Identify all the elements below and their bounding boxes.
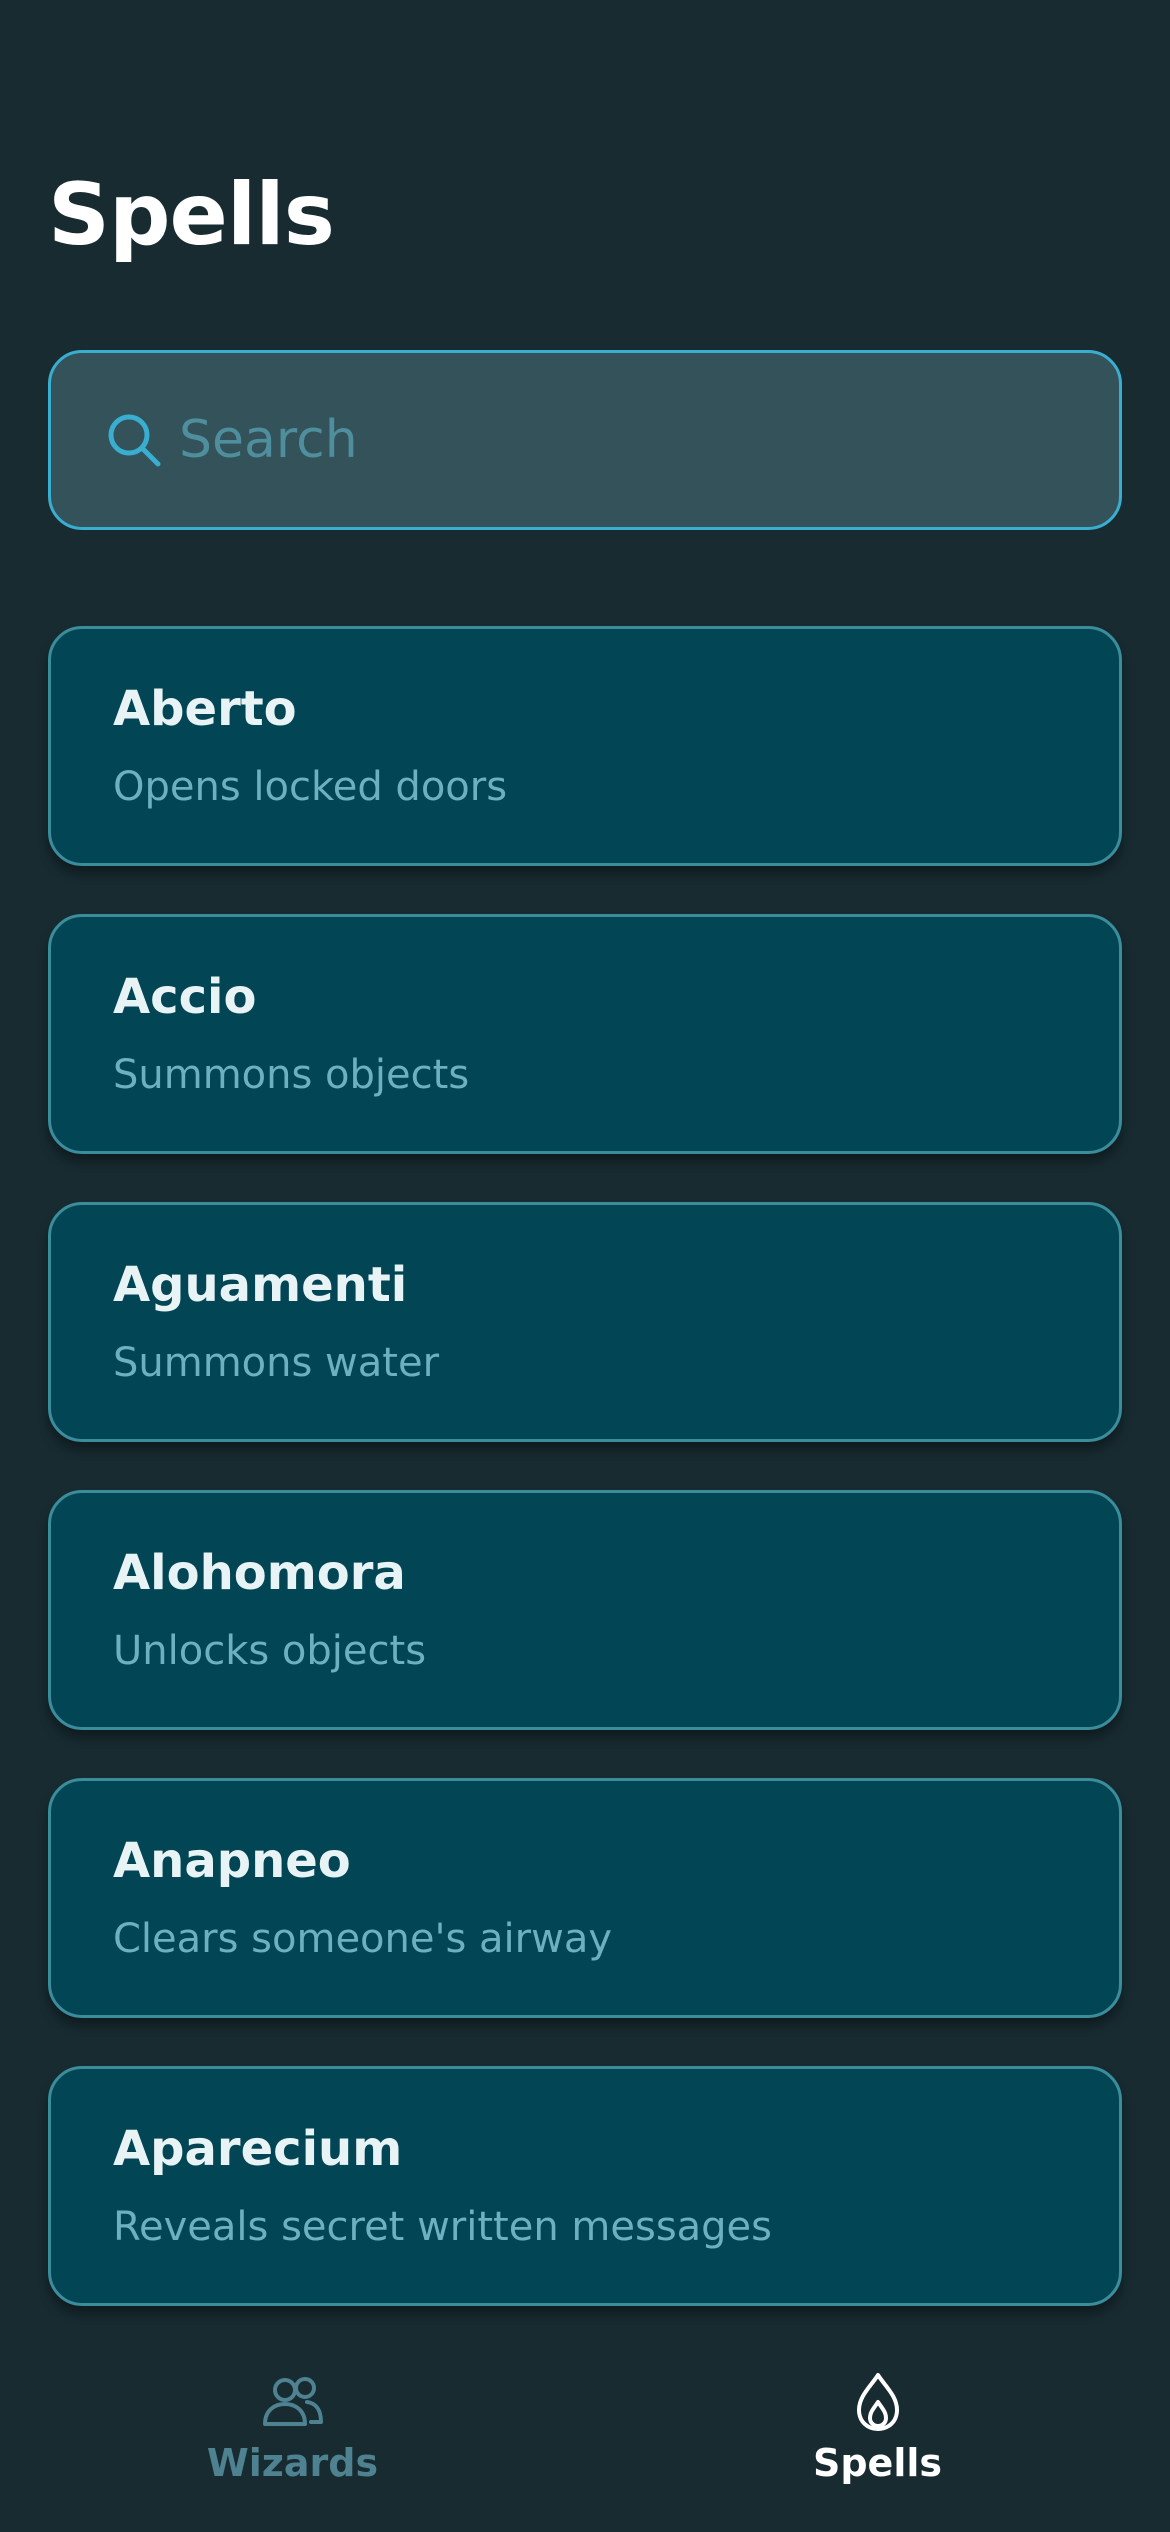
search-box[interactable] bbox=[48, 350, 1122, 530]
tab-wizards[interactable]: Wizards bbox=[0, 2350, 585, 2532]
spell-name: Aberto bbox=[113, 681, 297, 737]
spell-card[interactable]: Aguamenti Summons water bbox=[48, 1202, 1122, 1442]
spell-name: Aparecium bbox=[113, 2121, 403, 2177]
spells-screen: Spells Aberto Opens locked doors Accio S… bbox=[0, 0, 1170, 2532]
spell-description: Summons water bbox=[113, 1340, 440, 1386]
spell-card[interactable]: Alohomora Unlocks objects bbox=[48, 1490, 1122, 1730]
spell-description: Opens locked doors bbox=[113, 764, 508, 810]
bottom-tab-bar: Wizards Spells bbox=[0, 2350, 1170, 2532]
users-icon bbox=[261, 2370, 325, 2434]
tab-label: Spells bbox=[812, 2441, 942, 2485]
spell-name: Aguamenti bbox=[113, 1257, 408, 1313]
tab-spells[interactable]: Spells bbox=[585, 2350, 1170, 2532]
spell-description: Reveals secret written messages bbox=[113, 2204, 773, 2250]
search-icon bbox=[105, 411, 163, 469]
spell-description: Unlocks objects bbox=[113, 1628, 427, 1674]
flame-icon bbox=[846, 2370, 910, 2434]
spell-name: Alohomora bbox=[113, 1545, 406, 1601]
spell-name: Accio bbox=[113, 969, 257, 1025]
spell-card[interactable]: Aberto Opens locked doors bbox=[48, 626, 1122, 866]
spell-description: Summons objects bbox=[113, 1052, 470, 1098]
spell-card[interactable]: Aparecium Reveals secret written message… bbox=[48, 2066, 1122, 2306]
spell-card[interactable]: Anapneo Clears someone's airway bbox=[48, 1778, 1122, 2018]
spell-list: Aberto Opens locked doors Accio Summons … bbox=[48, 626, 1122, 2354]
page-title: Spells bbox=[48, 165, 335, 265]
spell-name: Anapneo bbox=[113, 1833, 351, 1889]
spell-description: Clears someone's airway bbox=[113, 1916, 613, 1962]
search-input[interactable] bbox=[179, 353, 1119, 527]
tab-label: Wizards bbox=[206, 2441, 379, 2485]
spell-card[interactable]: Accio Summons objects bbox=[48, 914, 1122, 1154]
